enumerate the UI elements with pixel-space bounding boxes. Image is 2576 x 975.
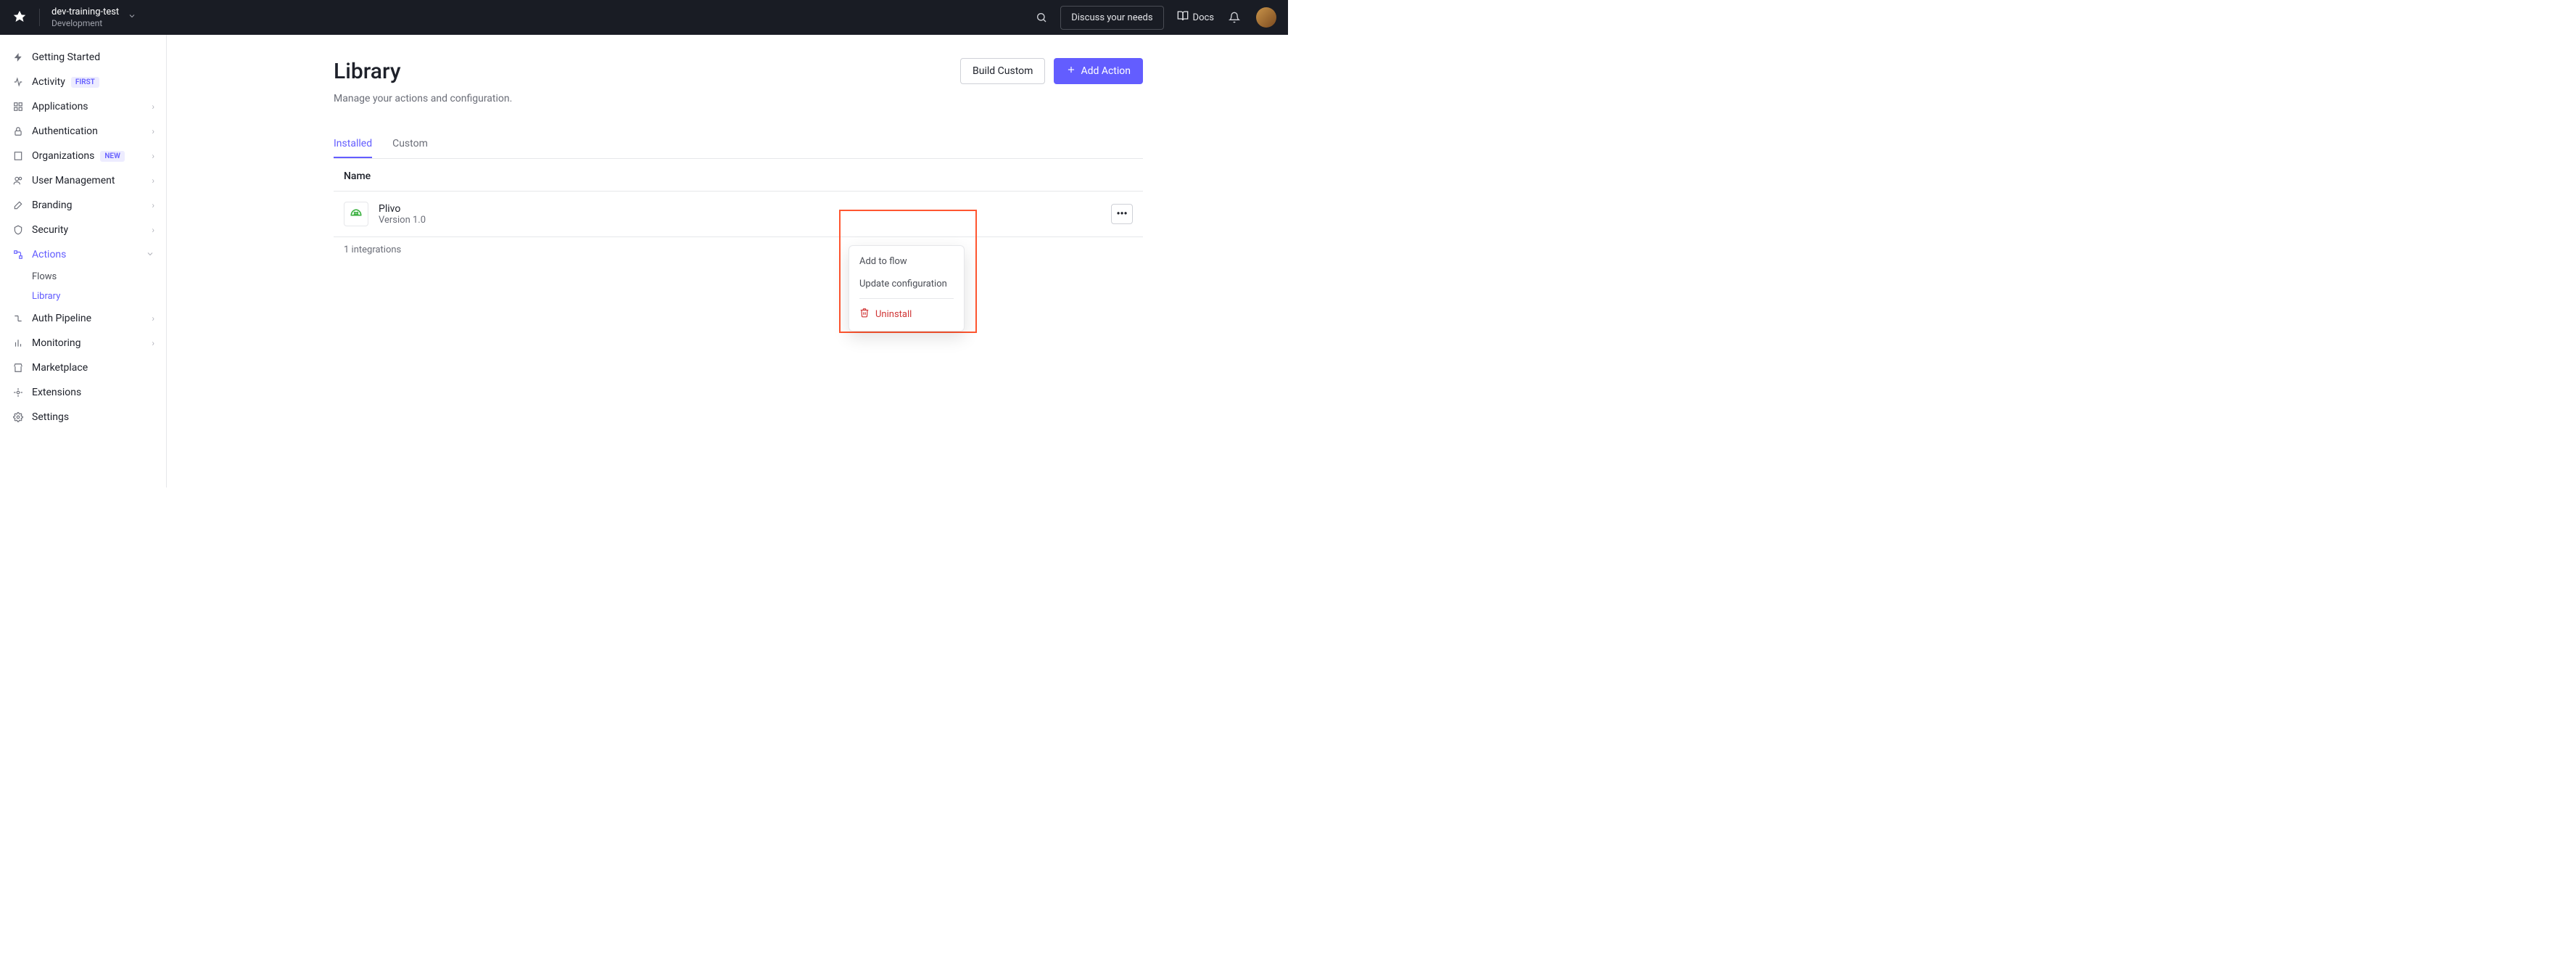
chevron-right-icon: › [152,151,154,161]
tenant-env: Development [51,18,119,28]
more-horizontal-icon: ••• [1116,208,1127,220]
sidebar-item-activity[interactable]: Activity FIRST [0,70,166,94]
sidebar-item-security[interactable]: Security › [0,218,166,242]
chevron-right-icon: › [152,200,154,210]
sidebar-subitem-flows[interactable]: Flows [0,267,166,287]
sidebar-item-applications[interactable]: Applications › [0,94,166,119]
plus-icon [1066,65,1076,78]
discuss-needs-button[interactable]: Discuss your needs [1060,6,1163,30]
popover-update-config[interactable]: Update configuration [849,273,964,295]
users-icon [12,174,25,187]
popover-add-to-flow[interactable]: Add to flow [849,250,964,273]
main-content: Library Build Custom Add Action Manage y… [167,35,1288,488]
pipeline-icon [12,312,25,325]
sidebar-item-monitoring[interactable]: Monitoring › [0,331,166,355]
building-icon [12,149,25,162]
tab-installed[interactable]: Installed [334,131,372,158]
row-actions-popover: Add to flow Update configuration Uninsta… [849,245,965,332]
sidebar-item-user-management[interactable]: User Management › [0,168,166,193]
row-more-button[interactable]: ••• [1111,204,1133,224]
chevron-right-icon: › [152,338,154,348]
gear-icon [12,411,25,424]
sidebar-item-organizations[interactable]: Organizations NEW › [0,144,166,168]
sidebar-item-label: Branding [32,199,72,211]
table-header-name: Name [334,159,1143,191]
sidebar-item-label: Marketplace [32,362,88,374]
sidebar: Getting Started Activity FIRST Applicati… [0,35,167,488]
sidebar-item-label: Authentication [32,126,98,137]
shield-icon [12,223,25,236]
add-action-button[interactable]: Add Action [1054,58,1143,84]
sidebar-item-label: Organizations [32,150,94,162]
sidebar-item-label: Activity [32,76,65,88]
page-title: Library [334,59,401,84]
chevron-right-icon: › [152,126,154,136]
integrations-count: 1 integrations [334,237,1143,263]
sidebar-item-actions[interactable]: Actions [0,242,166,267]
popover-uninstall-label: Uninstall [875,309,912,320]
row-name: Plivo [379,203,426,215]
trash-icon [859,308,870,321]
search-button[interactable] [1028,4,1054,30]
popover-uninstall[interactable]: Uninstall [849,302,964,326]
sidebar-item-getting-started[interactable]: Getting Started [0,45,166,70]
chevron-down-icon [128,12,136,23]
tab-custom[interactable]: Custom [392,131,428,158]
sidebar-item-auth-pipeline[interactable]: Auth Pipeline › [0,306,166,331]
sidebar-item-label: Getting Started [32,52,100,63]
popover-separator [859,298,954,299]
sidebar-item-label: Applications [32,101,88,112]
flow-icon [12,248,25,261]
sidebar-item-label: Extensions [32,387,81,398]
topbar-divider [39,9,40,26]
sidebar-item-label: User Management [32,175,115,186]
sidebar-item-label: Auth Pipeline [32,313,91,324]
chevron-right-icon: › [152,176,154,186]
lock-icon [12,125,25,138]
chevron-right-icon: › [152,102,154,112]
sidebar-item-branding[interactable]: Branding › [0,193,166,218]
chevron-down-icon [146,250,154,260]
notifications-button[interactable] [1221,4,1247,30]
tenant-switcher[interactable]: dev-training-test Development [51,7,136,28]
bar-chart-icon [12,337,25,350]
topbar: dev-training-test Development Discuss yo… [0,0,1288,35]
tenant-name: dev-training-test [51,7,119,18]
grid-icon [12,100,25,113]
sidebar-item-label: Settings [32,411,69,423]
brush-icon [12,199,25,212]
page-description: Manage your actions and configuration. [334,93,1143,104]
table-row: Plivo Version 1.0 ••• [334,191,1143,237]
sidebar-item-marketplace[interactable]: Marketplace [0,355,166,380]
chevron-right-icon: › [152,225,154,235]
badge-new: NEW [100,151,125,162]
sidebar-subitem-library[interactable]: Library [0,287,166,306]
bolt-icon [12,51,25,64]
book-icon [1177,10,1189,25]
docs-label: Docs [1193,12,1214,23]
sidebar-item-label: Actions [32,249,66,260]
activity-icon [12,75,25,89]
auth0-logo[interactable] [12,9,28,25]
add-action-label: Add Action [1081,65,1131,77]
sidebar-item-extensions[interactable]: Extensions [0,380,166,405]
build-custom-button[interactable]: Build Custom [960,58,1045,84]
badge-first: FIRST [71,77,99,88]
chevron-right-icon: › [152,313,154,324]
avatar[interactable] [1256,7,1276,28]
docs-link[interactable]: Docs [1170,10,1221,25]
sidebar-item-authentication[interactable]: Authentication › [0,119,166,144]
tabs: Installed Custom [334,131,1143,159]
sidebar-item-label: Security [32,224,68,236]
sidebar-item-settings[interactable]: Settings [0,405,166,429]
store-icon [12,361,25,374]
sidebar-item-label: Monitoring [32,337,81,349]
integration-icon [344,202,368,226]
puzzle-icon [12,386,25,399]
row-version: Version 1.0 [379,215,426,226]
